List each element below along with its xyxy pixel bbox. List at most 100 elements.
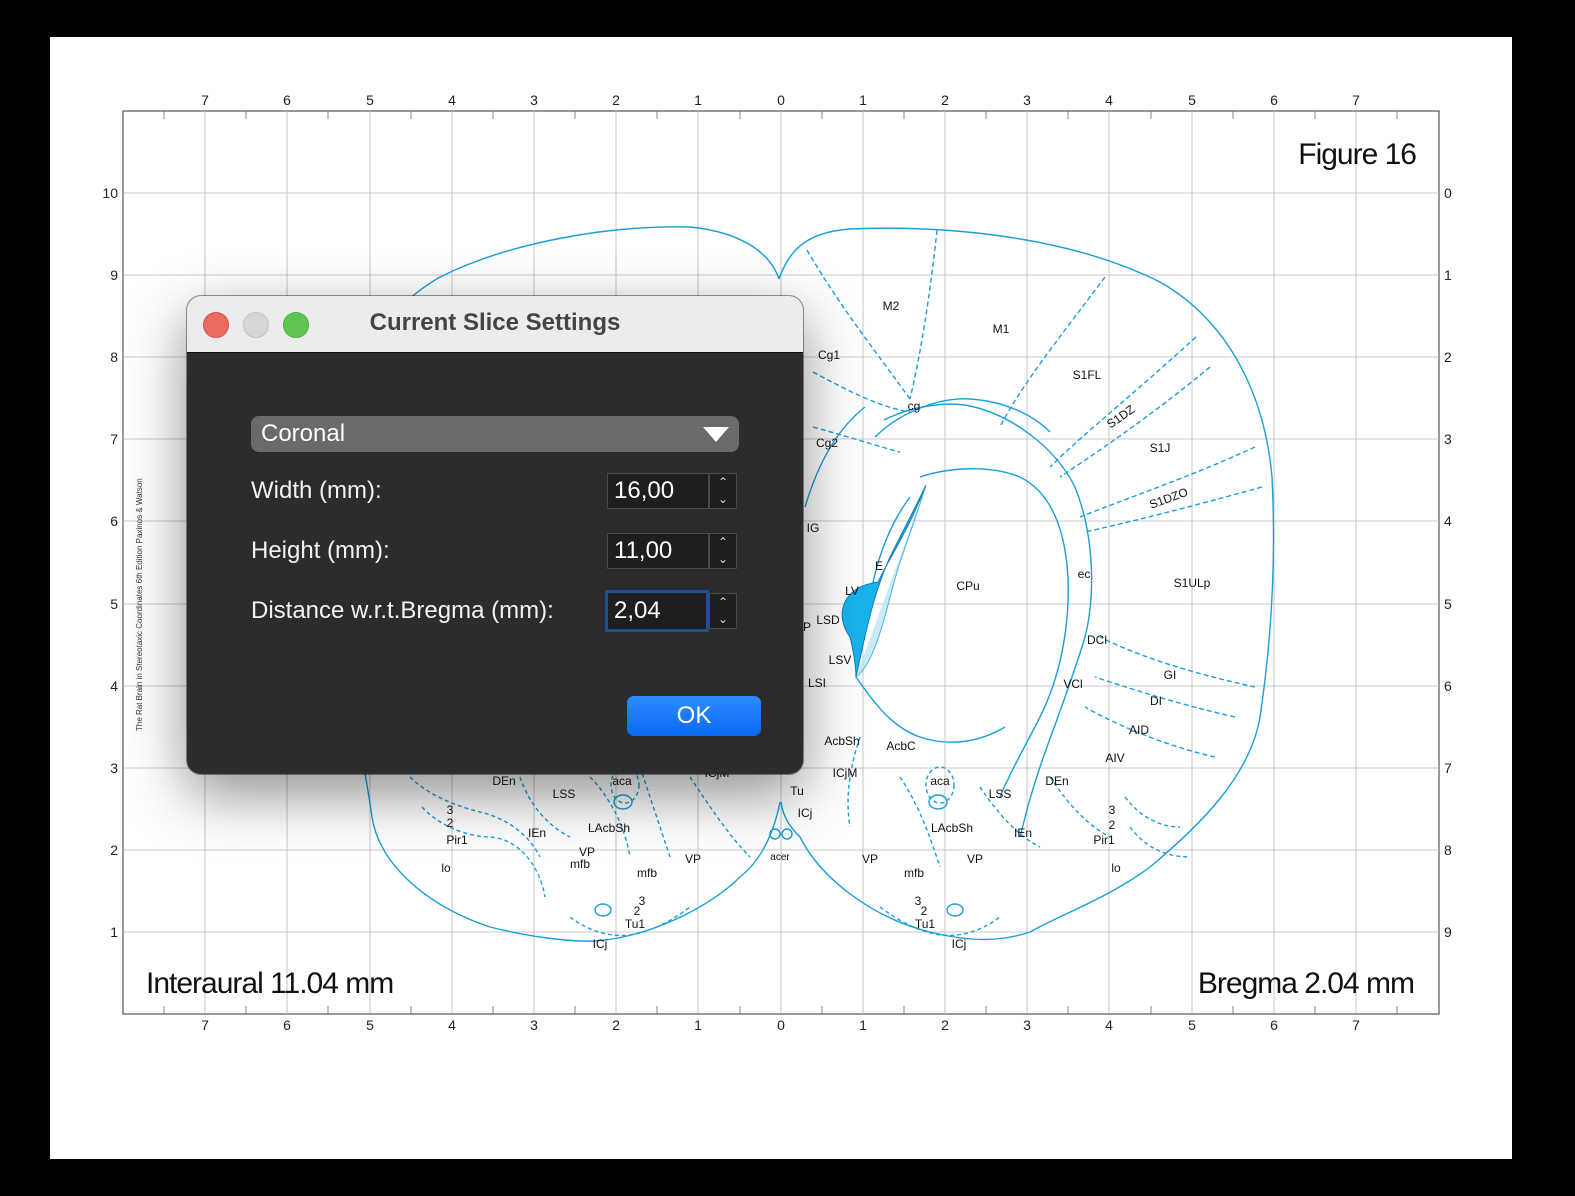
bottom-tick: 6	[283, 1017, 291, 1033]
region-label: Tu1	[915, 917, 936, 931]
region-label: cg	[908, 399, 921, 413]
region-label: mfb	[904, 866, 924, 880]
left-tick: 1	[110, 924, 118, 940]
minimize-window-button[interactable]	[243, 312, 269, 338]
left-tick: 3	[110, 760, 118, 776]
region-label: AIV	[1105, 751, 1124, 765]
bottom-tick: 3	[530, 1017, 538, 1033]
region-label: LAcbSh	[931, 821, 973, 835]
region-label: ICjM	[833, 766, 858, 780]
bottom-tick: 5	[366, 1017, 374, 1033]
right-tick: 3	[1444, 431, 1452, 447]
stepper-down-icon[interactable]: ⌄	[710, 551, 736, 568]
region-label: mfb	[570, 857, 590, 871]
bottom-tick: 0	[777, 1017, 785, 1033]
right-tick: 1	[1444, 267, 1452, 283]
bottom-tick: 6	[1270, 1017, 1278, 1033]
top-tick: 5	[366, 92, 374, 108]
figure-label: Figure 16	[1298, 138, 1416, 171]
stepper-up-icon[interactable]: ⌃	[710, 474, 736, 491]
left-tick: 7	[110, 431, 118, 447]
right-tick: 4	[1444, 513, 1452, 529]
region-label: 2	[921, 904, 928, 918]
region-label: LSI	[808, 676, 826, 690]
right-tick: 7	[1444, 760, 1452, 776]
zoom-window-button[interactable]	[283, 312, 309, 338]
top-tick: 6	[1270, 92, 1278, 108]
left-tick: 10	[102, 185, 118, 201]
region-label: AID	[1129, 723, 1149, 737]
region-label: IEn	[1014, 826, 1032, 840]
right-tick-labels: 0 1 2 3 4 5 6 7 8 9	[1444, 185, 1452, 940]
top-tick: 5	[1188, 92, 1196, 108]
height-input[interactable]: 11,00	[607, 533, 709, 569]
region-label: M1	[993, 322, 1010, 336]
top-tick: 4	[448, 92, 456, 108]
region-label: 2	[1109, 818, 1116, 832]
bregma-label: Bregma 2.04 mm	[1198, 967, 1414, 1000]
region-label: DEn	[1045, 774, 1068, 788]
lateral-ventricle	[841, 484, 927, 678]
top-tick: 3	[530, 92, 538, 108]
stepper-down-icon[interactable]: ⌄	[710, 611, 736, 628]
left-tick: 4	[110, 678, 118, 694]
region-label: M2	[883, 299, 900, 313]
region-label: S1ULp	[1174, 576, 1211, 590]
bottom-tick: 2	[941, 1017, 949, 1033]
region-label: DEn	[492, 774, 515, 788]
stepper-down-icon[interactable]: ⌄	[710, 491, 736, 508]
region-label: acer	[770, 852, 790, 863]
ok-button[interactable]: OK	[627, 696, 761, 736]
region-label: VP	[862, 852, 878, 866]
dialog-titlebar[interactable]: Current Slice Settings	[187, 296, 803, 353]
region-label: Pir1	[446, 833, 468, 847]
dropdown-arrow-icon	[703, 427, 729, 442]
left-tick: 9	[110, 267, 118, 283]
region-label: CPu	[956, 579, 979, 593]
region-label: LAcbSh	[588, 821, 630, 835]
region-label: S1FL	[1073, 368, 1102, 382]
region-label: aca	[930, 774, 950, 788]
region-label: GI	[1164, 668, 1177, 682]
region-label: AcbC	[886, 739, 916, 753]
orientation-select[interactable]: Coronal	[251, 416, 739, 452]
close-window-button[interactable]	[203, 312, 229, 338]
region-label: IG	[807, 521, 820, 535]
region-label: VCl	[1063, 677, 1082, 691]
top-tick: 6	[283, 92, 291, 108]
stepper-up-icon[interactable]: ⌃	[710, 594, 736, 611]
orientation-select-value: Coronal	[261, 420, 346, 447]
region-label: Pir1	[1093, 833, 1115, 847]
bottom-tick: 1	[694, 1017, 702, 1033]
width-stepper[interactable]: ⌃ ⌄	[709, 473, 737, 509]
region-label: lo	[1111, 861, 1121, 875]
interaural-label: Interaural 11.04 mm	[146, 967, 393, 1000]
bottom-tick: 1	[859, 1017, 867, 1033]
top-tick: 7	[201, 92, 209, 108]
region-label: LSV	[829, 653, 852, 667]
height-stepper[interactable]: ⌃ ⌄	[709, 533, 737, 569]
top-tick-labels: 7 6 5 4 3 2 1 0 1 2 3 4 5 6 7	[201, 92, 1360, 108]
region-label: ICj	[952, 937, 967, 951]
bottom-tick: 2	[612, 1017, 620, 1033]
width-input[interactable]: 16,00	[607, 473, 709, 509]
right-tick: 8	[1444, 842, 1452, 858]
stepper-up-icon[interactable]: ⌃	[710, 534, 736, 551]
distance-stepper[interactable]: ⌃ ⌄	[709, 593, 737, 629]
side-credit: The Rat Brain in Stereotaxic Coordinates…	[135, 478, 144, 731]
region-label: lo	[441, 861, 451, 875]
distance-input[interactable]: 2,04	[605, 590, 709, 632]
slice-settings-dialog: Current Slice Settings Coronal Width (mm…	[187, 296, 803, 774]
bottom-tick: 3	[1023, 1017, 1031, 1033]
top-tick: 4	[1105, 92, 1113, 108]
distance-label: Distance w.r.t.Bregma (mm):	[251, 597, 554, 624]
top-tick: 2	[941, 92, 949, 108]
top-tick: 2	[612, 92, 620, 108]
left-tick: 5	[110, 596, 118, 612]
region-label: DCl	[1087, 633, 1107, 647]
top-tick: 3	[1023, 92, 1031, 108]
top-tick: 1	[859, 92, 867, 108]
region-label: ec	[1078, 567, 1091, 581]
region-label: 3	[1109, 803, 1116, 817]
region-label: LSS	[989, 787, 1012, 801]
